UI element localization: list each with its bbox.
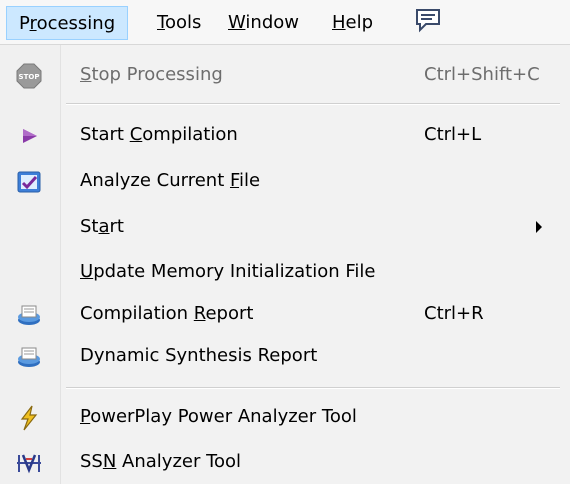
menu-item-label: Compilation Report — [80, 303, 254, 324]
menu-window[interactable]: Window — [216, 6, 311, 40]
analyze-file-icon — [16, 169, 42, 195]
menu-item-dynamic-synthesis-report[interactable]: Dynamic Synthesis Report — [0, 336, 570, 376]
menu-tools-label: Tools — [157, 12, 202, 33]
submenu-arrow-icon — [536, 221, 542, 233]
menu-item-ssn-analyzer-tool[interactable]: SSN Analyzer Tool — [0, 442, 570, 482]
menu-item-update-memory-initialization-file[interactable]: Update Memory Initialization File — [0, 252, 570, 292]
menu-item-analyze-current-file[interactable]: Analyze Current File — [0, 161, 570, 201]
menu-bar: Processing Tools Window Help — [0, 0, 570, 44]
menu-item-label: Analyze Current File — [80, 170, 261, 191]
menu-item-label: Start — [80, 216, 124, 237]
menu-item-label: SSN Analyzer Tool — [80, 451, 242, 472]
report-icon — [16, 344, 42, 370]
processing-dropdown-menu: STOP Stop Processing Ctrl+Shift+C Start … — [0, 44, 570, 484]
menu-item-shortcut: Ctrl+L — [424, 124, 482, 145]
menu-item-shortcut: Ctrl+R — [424, 303, 484, 324]
lightning-icon — [16, 405, 42, 431]
menu-separator-highlight — [66, 104, 560, 105]
menu-item-label: Start Compilation — [80, 124, 238, 145]
menu-processing-label: Processing — [19, 13, 116, 34]
menu-item-label: Stop Processing — [80, 64, 223, 85]
chat-bubble-icon[interactable] — [414, 8, 442, 42]
menu-item-label: Dynamic Synthesis Report — [80, 345, 318, 366]
menu-separator-highlight — [66, 388, 560, 389]
report-icon — [16, 302, 42, 328]
play-icon — [16, 123, 42, 149]
menu-tools[interactable]: Tools — [145, 6, 213, 40]
menu-item-shortcut: Ctrl+Shift+C — [424, 64, 540, 85]
menu-item-stop-processing[interactable]: STOP Stop Processing Ctrl+Shift+C — [0, 55, 570, 95]
menu-processing[interactable]: Processing — [6, 6, 129, 40]
menu-help-label: Help — [332, 12, 374, 33]
menu-item-powerplay-power-analyzer[interactable]: PowerPlay Power Analyzer Tool — [0, 397, 570, 437]
menu-item-label: PowerPlay Power Analyzer Tool — [80, 406, 357, 427]
menu-item-label: Update Memory Initialization File — [80, 261, 376, 282]
svg-text:STOP: STOP — [19, 73, 40, 81]
menu-item-compilation-report[interactable]: Compilation Report Ctrl+R — [0, 294, 570, 334]
menu-window-label: Window — [228, 12, 299, 33]
menu-item-start-submenu[interactable]: Start — [0, 207, 570, 247]
menu-item-start-compilation[interactable]: Start Compilation Ctrl+L — [0, 115, 570, 155]
menu-help[interactable]: Help — [320, 6, 385, 40]
ssn-icon — [16, 450, 42, 476]
stop-icon: STOP — [16, 63, 42, 89]
